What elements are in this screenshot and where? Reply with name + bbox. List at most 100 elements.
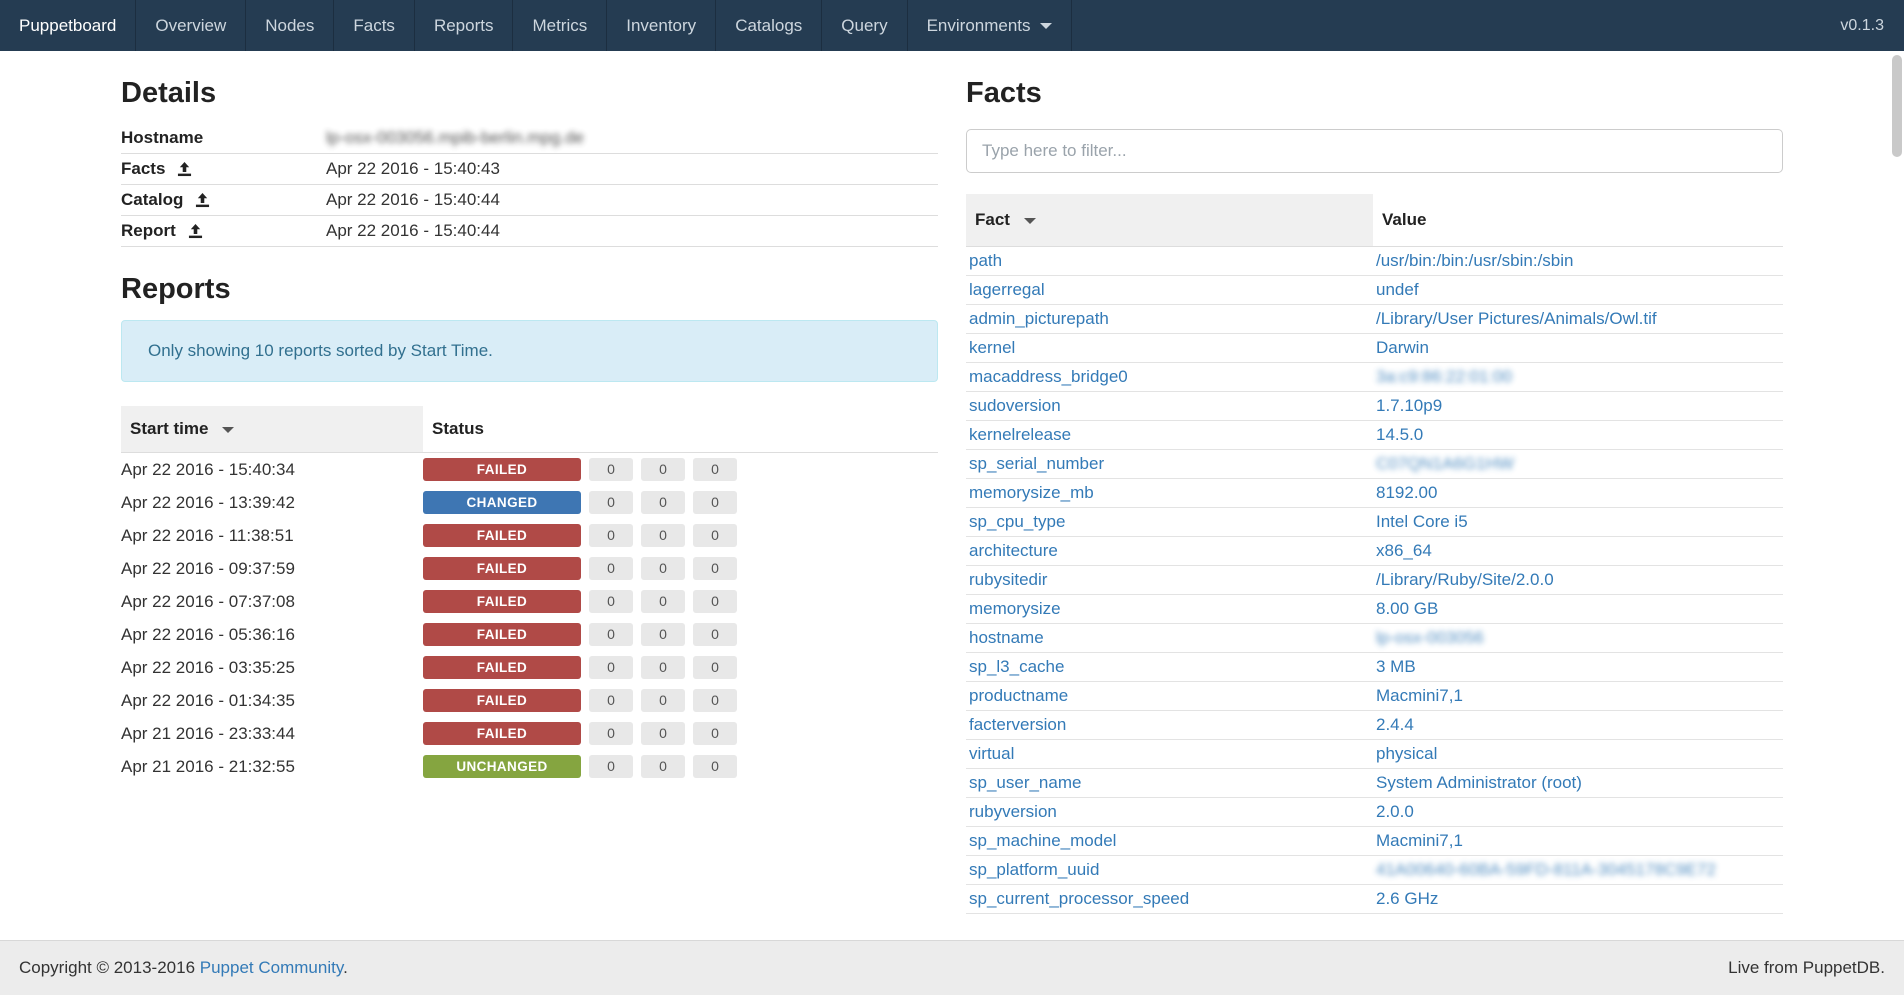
column-header-fact[interactable]: Fact bbox=[966, 194, 1373, 247]
nav-item-environments[interactable]: Environments bbox=[907, 0, 1072, 51]
fact-name-link[interactable]: architecture bbox=[969, 541, 1058, 560]
column-header-status[interactable]: Status bbox=[423, 406, 938, 453]
report-status: FAILED000 bbox=[423, 524, 938, 547]
fact-value-link[interactable]: 8.00 GB bbox=[1376, 599, 1438, 618]
fact-value-link[interactable]: Darwin bbox=[1376, 338, 1429, 357]
brand-puppetboard[interactable]: Puppetboard bbox=[0, 0, 135, 51]
facts-filter-input[interactable] bbox=[966, 129, 1783, 173]
fact-value-link[interactable]: 3 MB bbox=[1376, 657, 1416, 676]
fact-value-link[interactable]: 3a:c9:86:22:01:00 bbox=[1376, 367, 1512, 386]
fact-name-link[interactable]: macaddress_bridge0 bbox=[969, 367, 1128, 386]
report-status-cell: CHANGED000 bbox=[423, 486, 938, 519]
nav-item-inventory[interactable]: Inventory bbox=[606, 0, 715, 51]
fact-name-link[interactable]: kernelrelease bbox=[969, 425, 1071, 444]
fact-value-link[interactable]: 1.7.10p9 bbox=[1376, 396, 1442, 415]
metric-count: 0 bbox=[641, 656, 685, 679]
fact-name-link[interactable]: facterversion bbox=[969, 715, 1066, 734]
fact-value-link[interactable]: Macmini7,1 bbox=[1376, 686, 1463, 705]
fact-name-link[interactable]: admin_picturepath bbox=[969, 309, 1109, 328]
fact-value-link[interactable]: /usr/bin:/bin:/usr/sbin:/sbin bbox=[1376, 251, 1573, 270]
fact-value-link[interactable]: 2.4.4 bbox=[1376, 715, 1414, 734]
fact-value-link[interactable]: lp-osx-003056 bbox=[1376, 628, 1484, 647]
report-status-cell: FAILED000 bbox=[423, 651, 938, 684]
fact-value-link[interactable]: physical bbox=[1376, 744, 1437, 763]
fact-name-link[interactable]: rubysitedir bbox=[969, 570, 1047, 589]
fact-row: hostname lp-osx-003056 bbox=[966, 624, 1783, 653]
fact-value-link[interactable]: 14.5.0 bbox=[1376, 425, 1423, 444]
metric-count: 0 bbox=[641, 689, 685, 712]
fact-value-cell: 8.00 GB bbox=[1373, 595, 1783, 624]
nav-item-facts[interactable]: Facts bbox=[333, 0, 414, 51]
fact-name-link[interactable]: sp_user_name bbox=[969, 773, 1081, 792]
fact-name-cell: admin_picturepath bbox=[966, 305, 1373, 334]
fact-name-link[interactable]: virtual bbox=[969, 744, 1014, 763]
fact-value-link[interactable]: C07QN1A6G1HW bbox=[1376, 454, 1514, 473]
fact-name-link[interactable]: kernel bbox=[969, 338, 1015, 357]
fact-value-link[interactable]: 2.6 GHz bbox=[1376, 889, 1438, 908]
fact-name-link[interactable]: sudoversion bbox=[969, 396, 1061, 415]
fact-value-link[interactable]: 8192.00 bbox=[1376, 483, 1437, 502]
nav-item-catalogs[interactable]: Catalogs bbox=[715, 0, 821, 51]
upload-icon[interactable] bbox=[177, 162, 192, 177]
fact-value-link[interactable]: x86_64 bbox=[1376, 541, 1432, 560]
fact-value-cell: Intel Core i5 bbox=[1373, 508, 1783, 537]
report-status: FAILED000 bbox=[423, 722, 938, 745]
report-status: FAILED000 bbox=[423, 557, 938, 580]
metric-count: 0 bbox=[693, 491, 737, 514]
fact-name-link[interactable]: hostname bbox=[969, 628, 1044, 647]
fact-value-cell: 8192.00 bbox=[1373, 479, 1783, 508]
fact-name-cell: kernel bbox=[966, 334, 1373, 363]
fact-value-link[interactable]: /Library/Ruby/Site/2.0.0 bbox=[1376, 570, 1554, 589]
metric-count: 0 bbox=[641, 458, 685, 481]
fact-value-link[interactable]: 41A00640-60BA-59FD-811A-3045178C9E72 bbox=[1376, 860, 1716, 879]
fact-value-link[interactable]: System Administrator (root) bbox=[1376, 773, 1582, 792]
report-status: FAILED000 bbox=[423, 656, 938, 679]
report-status-cell: FAILED000 bbox=[423, 717, 938, 750]
fact-name-link[interactable]: sp_cpu_type bbox=[969, 512, 1065, 531]
nav-item-nodes[interactable]: Nodes bbox=[245, 0, 333, 51]
report-start-time: Apr 22 2016 - 09:37:59 bbox=[121, 552, 423, 585]
fact-value-link[interactable]: Intel Core i5 bbox=[1376, 512, 1468, 531]
scrollbar-thumb[interactable] bbox=[1892, 55, 1902, 157]
fact-row: kernelrelease 14.5.0 bbox=[966, 421, 1783, 450]
metric-count: 0 bbox=[693, 590, 737, 613]
copyright-text: Copyright © 2013-2016 bbox=[19, 958, 200, 977]
fact-name-link[interactable]: lagerregal bbox=[969, 280, 1045, 299]
nav-item-label: Facts bbox=[353, 16, 395, 36]
nav-item-overview[interactable]: Overview bbox=[135, 0, 245, 51]
fact-name-link[interactable]: sp_current_processor_speed bbox=[969, 889, 1189, 908]
fact-row: path/usr/bin:/bin:/usr/sbin:/sbin bbox=[966, 247, 1783, 276]
report-start-time: Apr 22 2016 - 11:38:51 bbox=[121, 519, 423, 552]
nav-item-metrics[interactable]: Metrics bbox=[512, 0, 606, 51]
fact-name-link[interactable]: memorysize bbox=[969, 599, 1061, 618]
fact-name-link[interactable]: rubyversion bbox=[969, 802, 1057, 821]
nav-item-reports[interactable]: Reports bbox=[414, 0, 513, 51]
fact-value-link[interactable]: undef bbox=[1376, 280, 1419, 299]
fact-name-link[interactable]: memorysize_mb bbox=[969, 483, 1094, 502]
fact-name-link[interactable]: sp_serial_number bbox=[969, 454, 1104, 473]
upload-icon[interactable] bbox=[188, 224, 203, 239]
nav-item-query[interactable]: Query bbox=[821, 0, 906, 51]
fact-value-link[interactable]: /Library/User Pictures/Animals/Owl.tif bbox=[1376, 309, 1657, 328]
fact-value-link[interactable]: Macmini7,1 bbox=[1376, 831, 1463, 850]
fact-value-cell: lp-osx-003056 bbox=[1373, 624, 1783, 653]
fact-name-link[interactable]: sp_platform_uuid bbox=[969, 860, 1099, 879]
fact-name-link[interactable]: productname bbox=[969, 686, 1068, 705]
fact-name-cell: kernelrelease bbox=[966, 421, 1373, 450]
column-header-start-time[interactable]: Start time bbox=[121, 406, 423, 453]
report-status: FAILED000 bbox=[423, 623, 938, 646]
upload-icon[interactable] bbox=[195, 193, 210, 208]
metric-count: 0 bbox=[693, 722, 737, 745]
fact-name-link[interactable]: sp_machine_model bbox=[969, 831, 1116, 850]
details-table: Hostnamelp-osx-003056.mpib-berlin.mpg.de… bbox=[121, 123, 938, 247]
fact-name-link[interactable]: sp_l3_cache bbox=[969, 657, 1064, 676]
fact-name-link[interactable]: path bbox=[969, 251, 1002, 270]
report-status-cell: FAILED000 bbox=[423, 585, 938, 618]
puppet-community-link[interactable]: Puppet Community bbox=[200, 958, 343, 977]
fact-value-link[interactable]: 2.0.0 bbox=[1376, 802, 1414, 821]
fact-name-cell: rubyversion bbox=[966, 798, 1373, 827]
report-start-time: Apr 21 2016 - 23:33:44 bbox=[121, 717, 423, 750]
right-column: Facts Fact Value path/usr/bin:/bin:/usr/… bbox=[966, 51, 1783, 914]
column-header-value[interactable]: Value bbox=[1373, 194, 1783, 247]
status-badge: FAILED bbox=[423, 557, 581, 580]
